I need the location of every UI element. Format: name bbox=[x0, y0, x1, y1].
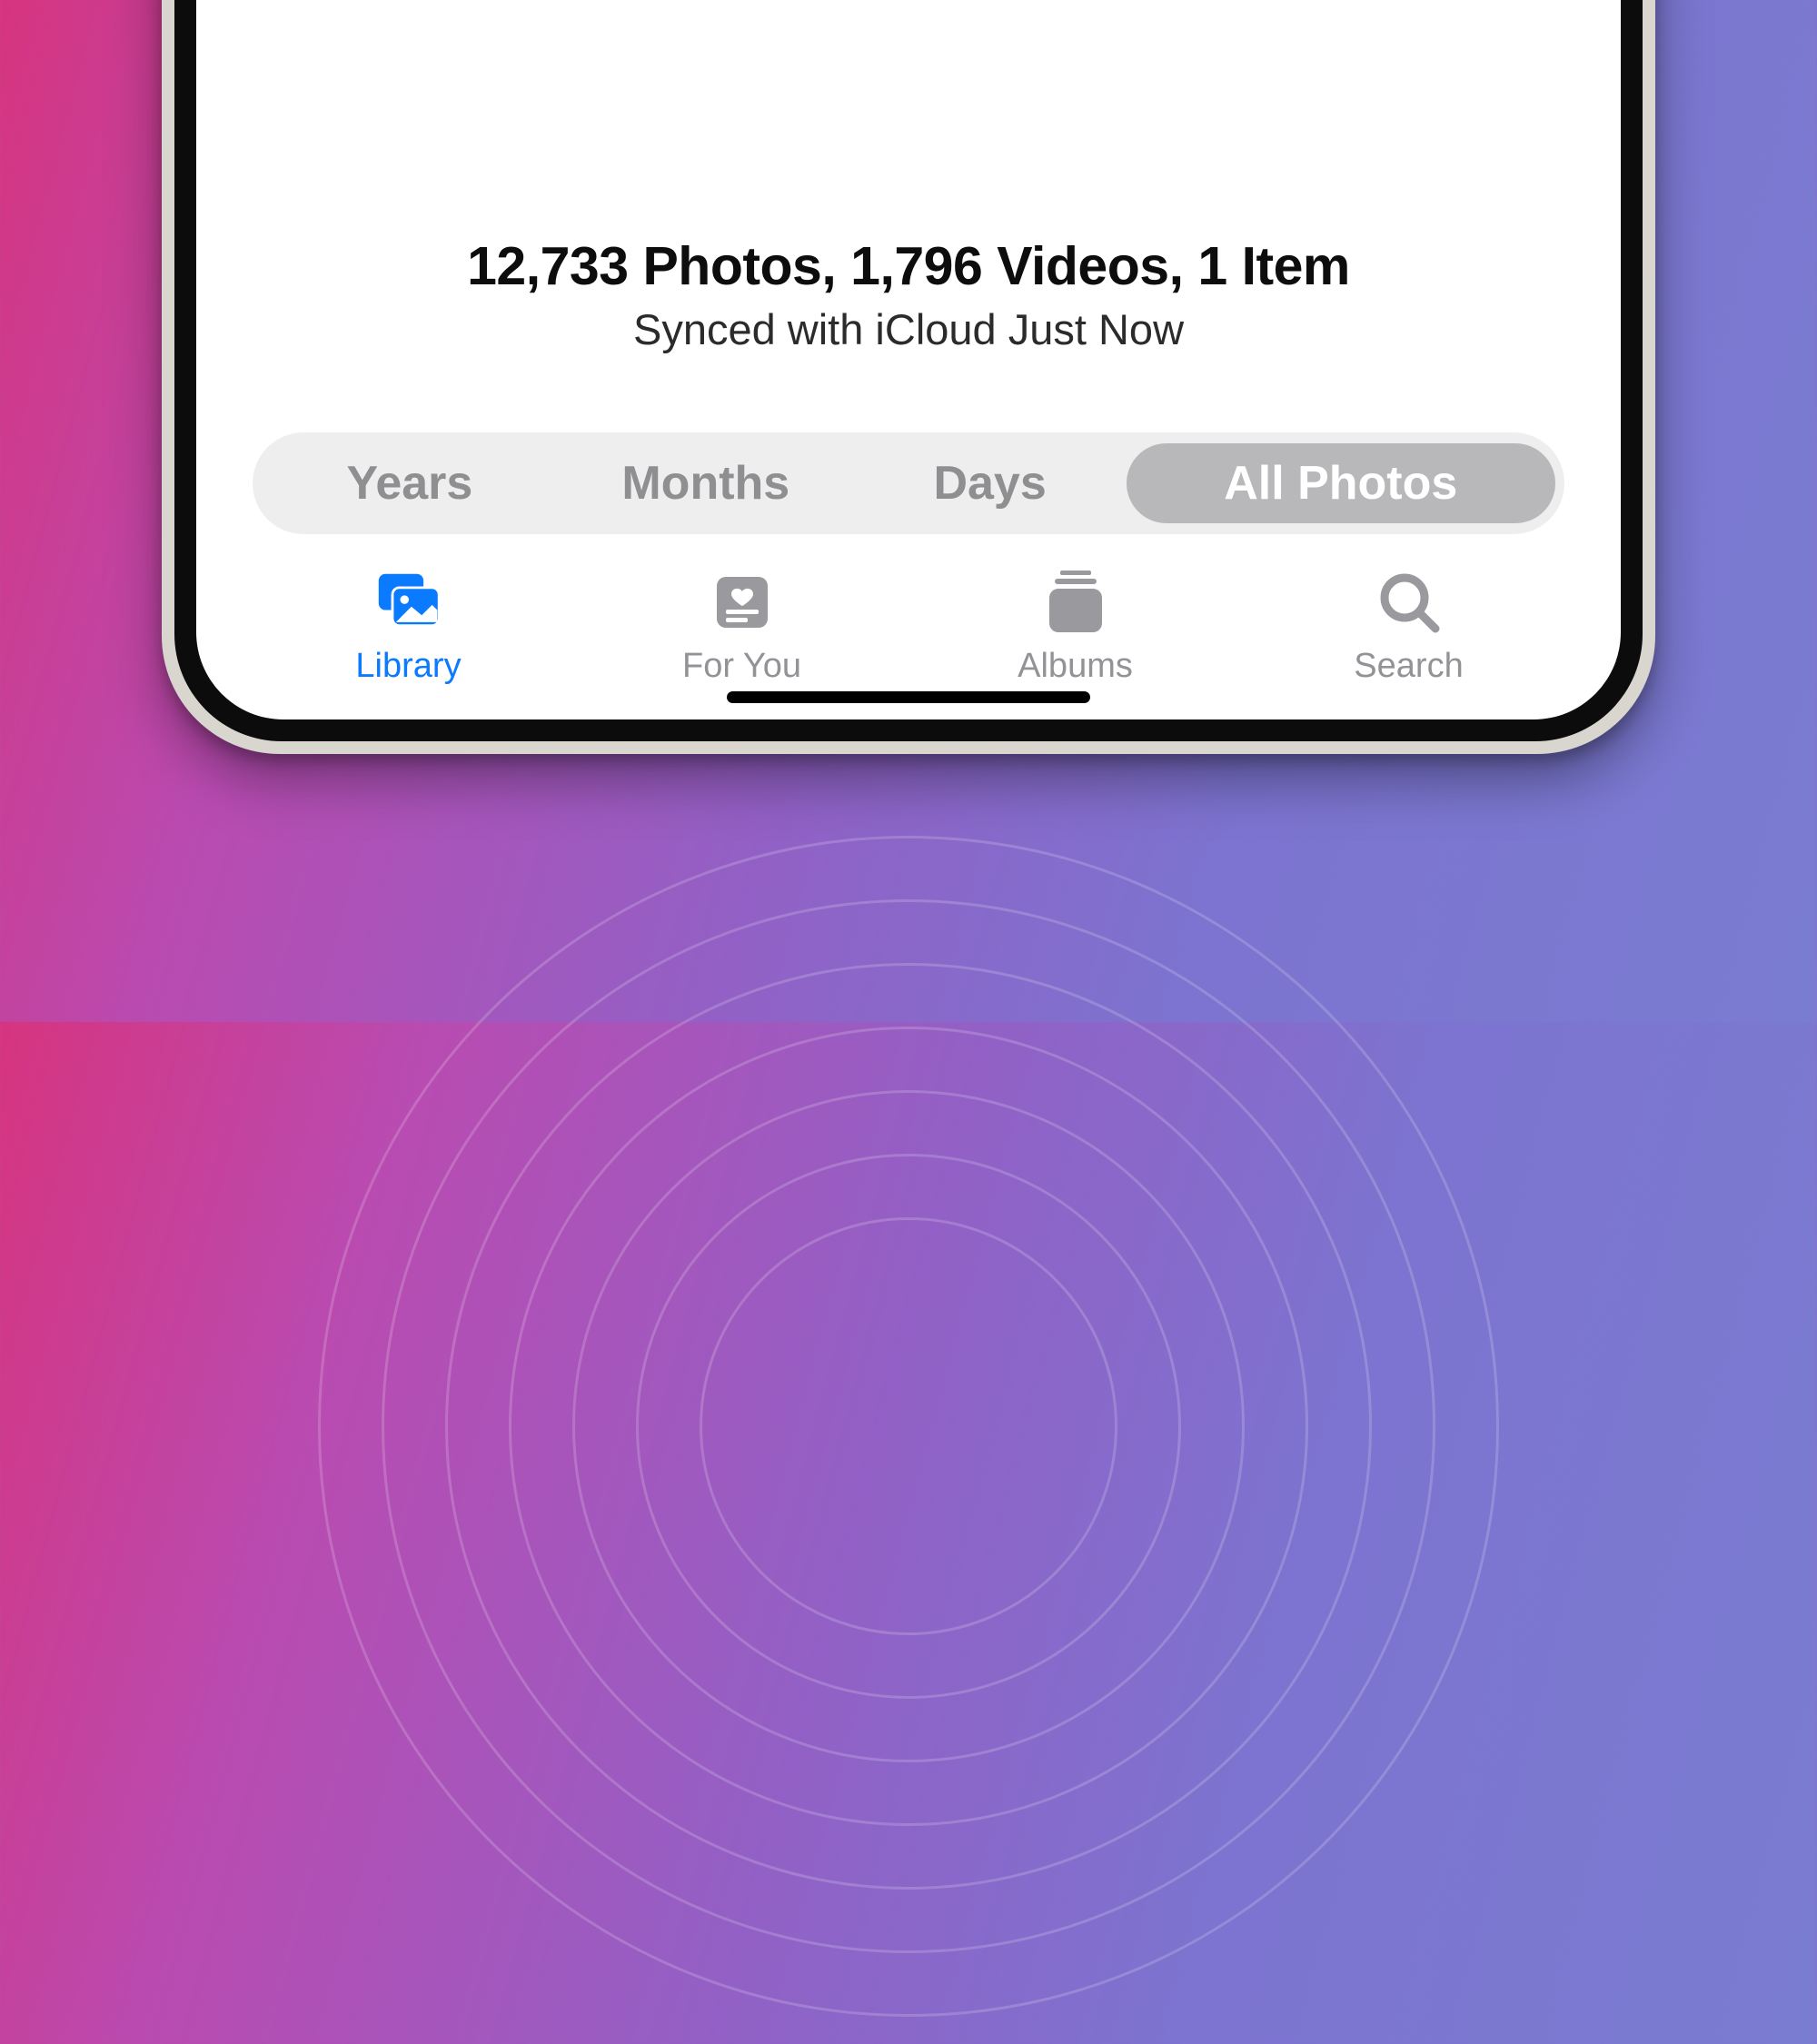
library-summary: 12,733 Photos, 1,796 Videos, 1 Item Sync… bbox=[196, 235, 1621, 354]
album-stack-icon bbox=[1042, 569, 1109, 636]
segment-months[interactable]: Months bbox=[558, 443, 854, 523]
library-content: 12,733 Photos, 1,796 Videos, 1 Item Sync… bbox=[196, 0, 1621, 719]
tab-albums[interactable]: Albums bbox=[908, 569, 1242, 686]
segment-days[interactable]: Days bbox=[854, 443, 1127, 523]
view-mode-segmented-control[interactable]: Years Months Days All Photos bbox=[253, 432, 1564, 534]
tab-search[interactable]: Search bbox=[1242, 569, 1575, 686]
photo-stack-icon bbox=[375, 569, 442, 636]
phone-frame: 12,733 Photos, 1,796 Videos, 1 Item Sync… bbox=[162, 0, 1655, 754]
library-count-text: 12,733 Photos, 1,796 Videos, 1 Item bbox=[196, 235, 1621, 297]
tab-library[interactable]: Library bbox=[242, 569, 575, 686]
tab-label: Library bbox=[355, 647, 461, 686]
tab-label: Albums bbox=[1018, 647, 1133, 686]
tab-for-you[interactable]: For You bbox=[575, 569, 908, 686]
phone-bezel: 12,733 Photos, 1,796 Videos, 1 Item Sync… bbox=[174, 0, 1643, 741]
tab-label: Search bbox=[1354, 647, 1463, 686]
screen: 12,733 Photos, 1,796 Videos, 1 Item Sync… bbox=[196, 0, 1621, 719]
segment-all-photos[interactable]: All Photos bbox=[1127, 443, 1556, 523]
home-indicator[interactable] bbox=[727, 691, 1090, 703]
sync-status-text: Synced with iCloud Just Now bbox=[196, 304, 1621, 354]
heart-card-icon bbox=[709, 569, 776, 636]
background-arcs bbox=[273, 790, 1544, 2044]
search-icon bbox=[1375, 569, 1443, 636]
tab-bar: Library For You bbox=[196, 554, 1621, 714]
tab-label: For You bbox=[682, 647, 801, 686]
segment-years[interactable]: Years bbox=[262, 443, 558, 523]
